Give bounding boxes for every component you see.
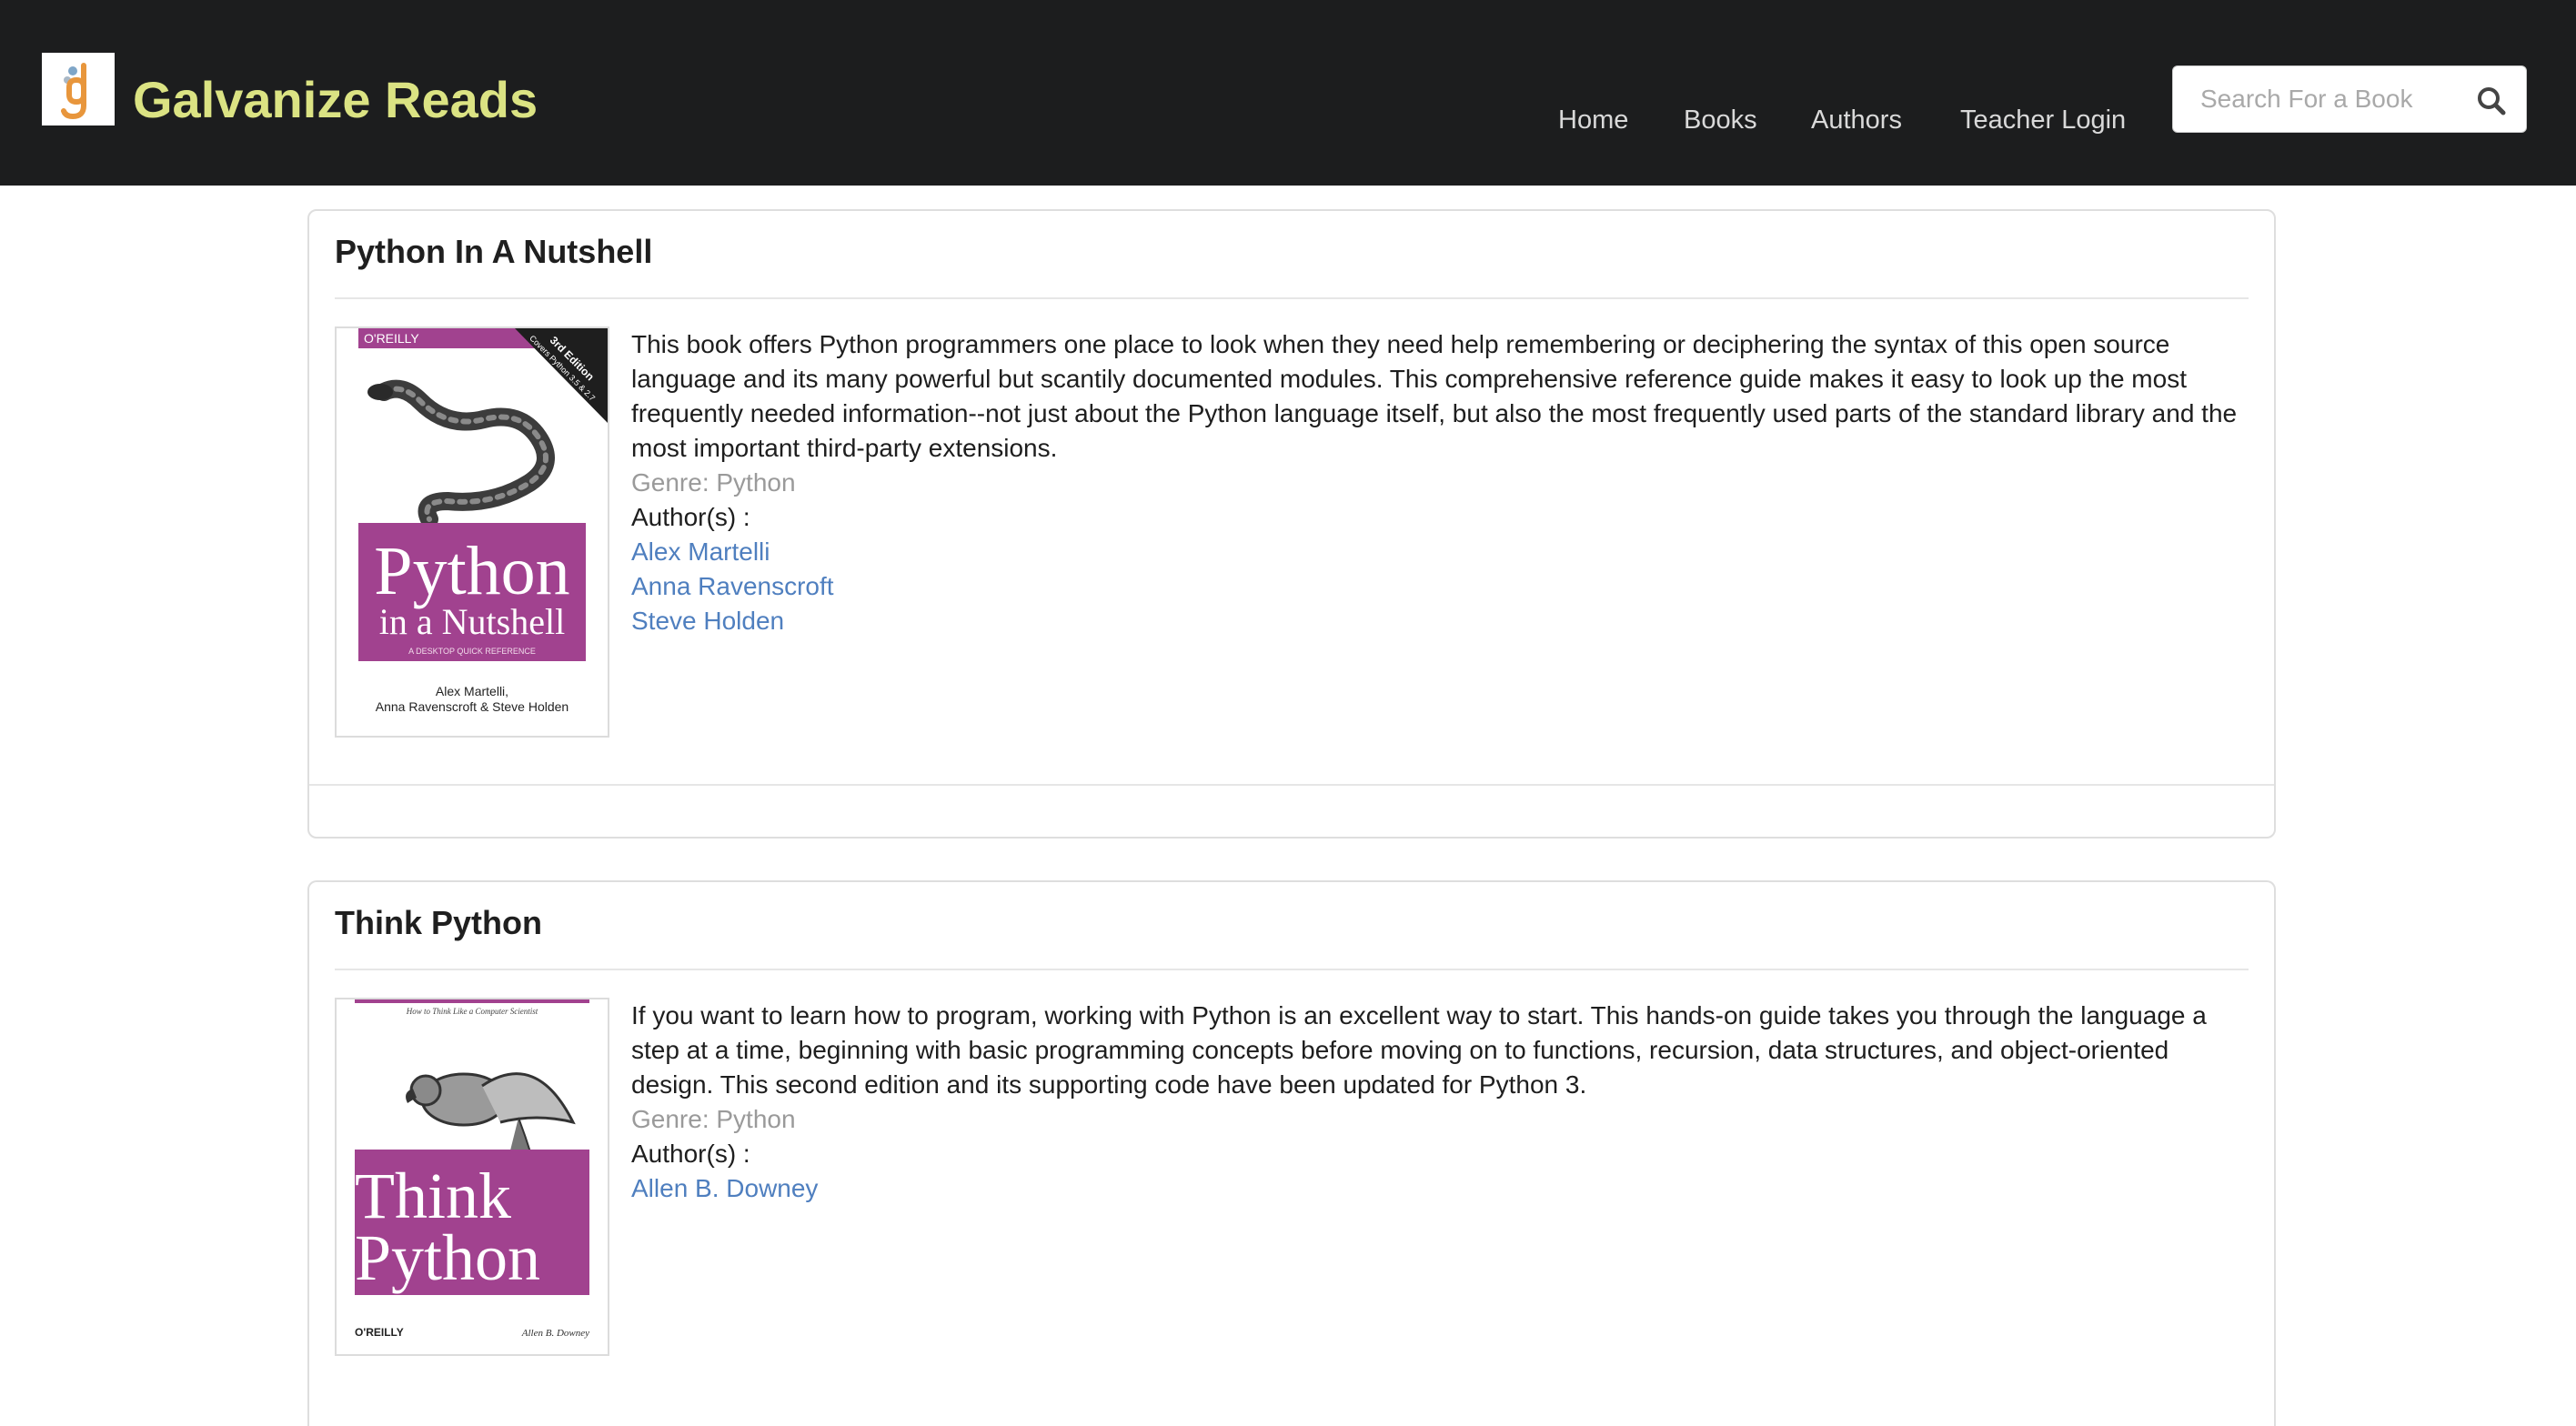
cover-title-line2: Python [355, 1221, 540, 1294]
search-icon[interactable] [2473, 83, 2510, 119]
card-divider [335, 969, 2249, 970]
cover-subtitle: A DESKTOP QUICK REFERENCE [408, 647, 536, 656]
book-genre: Genre: Python [631, 468, 796, 497]
search-box [2172, 65, 2527, 133]
book-description: If you want to learn how to program, wor… [631, 1001, 2207, 1099]
cover-publisher: O'REILLY [355, 1326, 404, 1339]
book-cover-image[interactable]: How to Think Like a Computer Scientist T… [335, 998, 609, 1356]
book-cover-image[interactable]: O'REILLY 3rd Edition Covers Python 3.5 &… [335, 326, 609, 738]
cover-author-line2: Anna Ravenscroft & Steve Holden [376, 699, 569, 714]
book-title[interactable]: Think Python [335, 900, 542, 946]
cover-title-line1: Python [374, 533, 569, 609]
galvanize-logo-icon[interactable] [42, 53, 115, 126]
book-genre: Genre: Python [631, 1105, 796, 1133]
author-link[interactable]: Anna Ravenscroft [631, 569, 834, 604]
nav-teacher-login[interactable]: Teacher Login [1960, 102, 2126, 138]
nav-books[interactable]: Books [1684, 102, 1757, 138]
brand-title[interactable]: Galvanize Reads [133, 64, 538, 136]
cover-author-line1: Alex Martelli, [436, 684, 508, 698]
author-link[interactable]: Allen B. Downey [631, 1171, 818, 1206]
author-link[interactable]: Steve Holden [631, 604, 784, 638]
card-footer [309, 784, 2274, 837]
book-card: Python In A Nutshell O'REILLY 3rd Editio… [307, 209, 2276, 839]
book-card: Think Python How to Think Like a Compute… [307, 880, 2276, 1426]
cover-publisher: O'REILLY [364, 331, 419, 346]
book-description: This book offers Python programmers one … [631, 330, 2238, 462]
book-title[interactable]: Python In A Nutshell [335, 229, 652, 275]
authors-label: Author(s) : [631, 503, 750, 531]
search-input[interactable] [2173, 66, 2455, 132]
nav-authors[interactable]: Authors [1811, 102, 1902, 138]
cover-tagline: How to Think Like a Computer Scientist [406, 1007, 538, 1016]
nav-home[interactable]: Home [1558, 102, 1628, 138]
card-divider [335, 297, 2249, 299]
cover-title-line2: in a Nutshell [379, 601, 565, 642]
top-navbar: Galvanize Reads Home Books Authors Teach… [0, 0, 2576, 186]
authors-label: Author(s) : [631, 1140, 750, 1168]
author-link[interactable]: Alex Martelli [631, 535, 770, 569]
cover-author: Allen B. Downey [521, 1328, 589, 1339]
